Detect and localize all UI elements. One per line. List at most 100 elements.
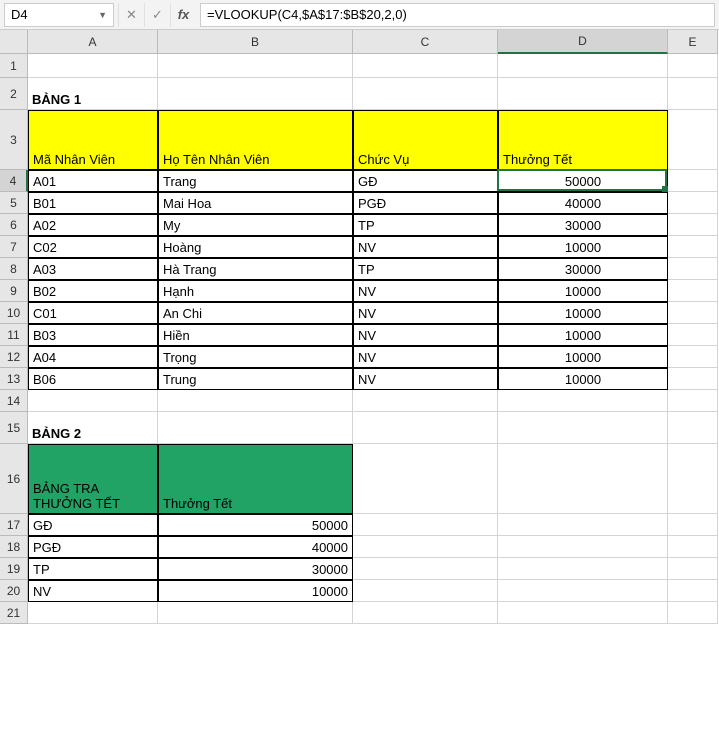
enter-icon[interactable]: ✓ (144, 3, 170, 27)
cell-A20[interactable]: NV (28, 580, 158, 602)
cell-D4[interactable]: 50000 (498, 170, 668, 192)
name-box[interactable]: D4 ▼ (4, 3, 114, 27)
fx-icon[interactable]: fx (170, 3, 196, 27)
column-header-A[interactable]: A (28, 30, 158, 54)
cell-A19[interactable]: TP (28, 558, 158, 580)
cell-A6[interactable]: A02 (28, 214, 158, 236)
cell-A21[interactable] (28, 602, 158, 624)
cell-A7[interactable]: C02 (28, 236, 158, 258)
row-header-11[interactable]: 11 (0, 324, 28, 346)
cancel-icon[interactable]: ✕ (118, 3, 144, 27)
select-all-corner[interactable] (0, 30, 28, 54)
row-header-2[interactable]: 2 (0, 78, 28, 110)
cell-A3[interactable]: Mã Nhân Viên (28, 110, 158, 170)
cell-B16[interactable]: Thưởng Tết (158, 444, 353, 514)
cell-A16[interactable]: BẢNG TRA THƯỞNG TẾT (28, 444, 158, 514)
cell-D19[interactable] (498, 558, 668, 580)
row-header-12[interactable]: 12 (0, 346, 28, 368)
cell-A18[interactable]: PGĐ (28, 536, 158, 558)
cell-C1[interactable] (353, 54, 498, 78)
column-header-B[interactable]: B (158, 30, 353, 54)
cell-E19[interactable] (668, 558, 718, 580)
cell-E11[interactable] (668, 324, 718, 346)
cell-E6[interactable] (668, 214, 718, 236)
cell-D18[interactable] (498, 536, 668, 558)
cell-D2[interactable] (498, 78, 668, 110)
cell-E17[interactable] (668, 514, 718, 536)
cell-B12[interactable]: Trọng (158, 346, 353, 368)
cell-C12[interactable]: NV (353, 346, 498, 368)
cell-A14[interactable] (28, 390, 158, 412)
cell-A9[interactable]: B02 (28, 280, 158, 302)
cell-C11[interactable]: NV (353, 324, 498, 346)
column-header-E[interactable]: E (668, 30, 718, 54)
cell-B15[interactable] (158, 412, 353, 444)
cell-D7[interactable]: 10000 (498, 236, 668, 258)
cell-B7[interactable]: Hoàng (158, 236, 353, 258)
row-header-7[interactable]: 7 (0, 236, 28, 258)
cell-D20[interactable] (498, 580, 668, 602)
cell-C13[interactable]: NV (353, 368, 498, 390)
cell-A11[interactable]: B03 (28, 324, 158, 346)
cell-B10[interactable]: An Chi (158, 302, 353, 324)
cell-E18[interactable] (668, 536, 718, 558)
cell-B20[interactable]: 10000 (158, 580, 353, 602)
cell-A8[interactable]: A03 (28, 258, 158, 280)
cell-D8[interactable]: 30000 (498, 258, 668, 280)
cell-D9[interactable]: 10000 (498, 280, 668, 302)
cell-B21[interactable] (158, 602, 353, 624)
cell-B17[interactable]: 50000 (158, 514, 353, 536)
cell-C20[interactable] (353, 580, 498, 602)
row-header-19[interactable]: 19 (0, 558, 28, 580)
column-header-D[interactable]: D (498, 30, 668, 54)
row-header-5[interactable]: 5 (0, 192, 28, 214)
cell-C3[interactable]: Chức Vụ (353, 110, 498, 170)
cell-B9[interactable]: Hạnh (158, 280, 353, 302)
cell-C17[interactable] (353, 514, 498, 536)
cell-E14[interactable] (668, 390, 718, 412)
row-header-1[interactable]: 1 (0, 54, 28, 78)
row-header-20[interactable]: 20 (0, 580, 28, 602)
cell-A17[interactable]: GĐ (28, 514, 158, 536)
column-header-C[interactable]: C (353, 30, 498, 54)
formula-input[interactable]: =VLOOKUP(C4,$A$17:$B$20,2,0) (200, 3, 715, 27)
cell-B1[interactable] (158, 54, 353, 78)
row-header-14[interactable]: 14 (0, 390, 28, 412)
cell-C8[interactable]: TP (353, 258, 498, 280)
row-header-10[interactable]: 10 (0, 302, 28, 324)
cell-C16[interactable] (353, 444, 498, 514)
cell-E7[interactable] (668, 236, 718, 258)
row-header-17[interactable]: 17 (0, 514, 28, 536)
row-header-15[interactable]: 15 (0, 412, 28, 444)
cell-E4[interactable] (668, 170, 718, 192)
chevron-down-icon[interactable]: ▼ (98, 10, 107, 20)
cell-B18[interactable]: 40000 (158, 536, 353, 558)
cell-D10[interactable]: 10000 (498, 302, 668, 324)
cell-E8[interactable] (668, 258, 718, 280)
cell-E15[interactable] (668, 412, 718, 444)
cell-D1[interactable] (498, 54, 668, 78)
cell-B8[interactable]: Hà Trang (158, 258, 353, 280)
cell-C15[interactable] (353, 412, 498, 444)
row-header-3[interactable]: 3 (0, 110, 28, 170)
cell-A12[interactable]: A04 (28, 346, 158, 368)
cell-D15[interactable] (498, 412, 668, 444)
cell-C5[interactable]: PGĐ (353, 192, 498, 214)
row-header-9[interactable]: 9 (0, 280, 28, 302)
cell-C10[interactable]: NV (353, 302, 498, 324)
row-header-18[interactable]: 18 (0, 536, 28, 558)
cell-D16[interactable] (498, 444, 668, 514)
cell-C6[interactable]: TP (353, 214, 498, 236)
cell-C21[interactable] (353, 602, 498, 624)
cell-A15[interactable]: BẢNG 2 (28, 412, 158, 444)
cell-E16[interactable] (668, 444, 718, 514)
cell-B11[interactable]: Hiền (158, 324, 353, 346)
cell-B3[interactable]: Họ Tên Nhân Viên (158, 110, 353, 170)
cell-A13[interactable]: B06 (28, 368, 158, 390)
cell-D17[interactable] (498, 514, 668, 536)
cell-C2[interactable] (353, 78, 498, 110)
cell-E3[interactable] (668, 110, 718, 170)
cell-B6[interactable]: My (158, 214, 353, 236)
row-header-13[interactable]: 13 (0, 368, 28, 390)
cell-B19[interactable]: 30000 (158, 558, 353, 580)
